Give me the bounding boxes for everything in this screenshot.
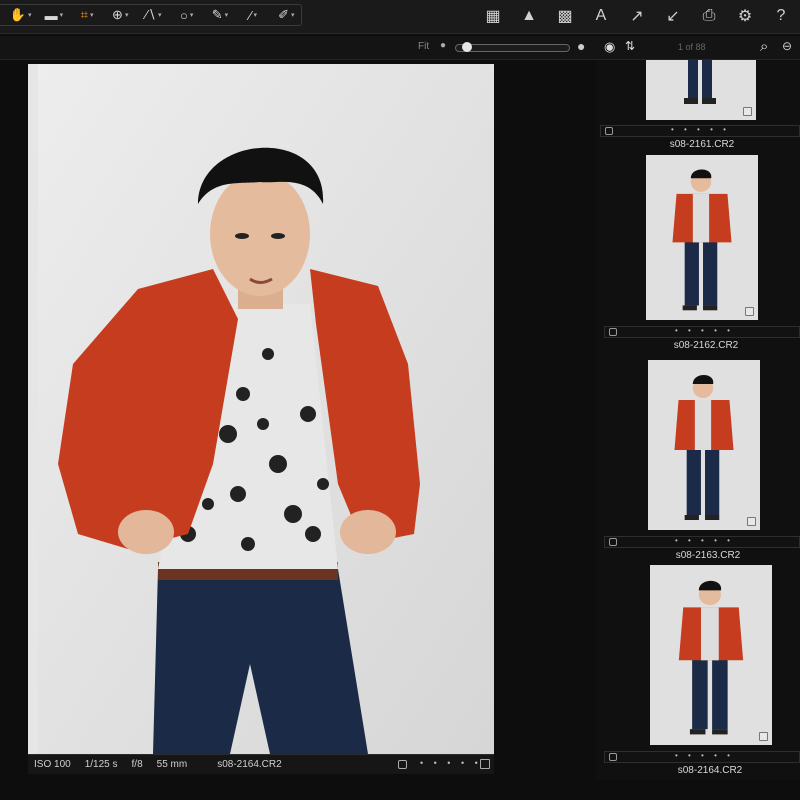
search-icon[interactable]: ⌕ bbox=[760, 38, 768, 55]
thumbnail-checkbox[interactable] bbox=[609, 753, 617, 761]
browser-menu-icon[interactable]: ⊖ bbox=[782, 39, 792, 53]
star-rating[interactable]: • • • • • bbox=[420, 758, 482, 768]
thumbnail-checkbox[interactable] bbox=[609, 538, 617, 546]
image-info-bar: ISO 100 1/125 s f/8 55 mm s08-2164.CR2 •… bbox=[28, 754, 494, 774]
chevron-down-icon: ▾ bbox=[89, 12, 94, 19]
rotate-tool-icon: ⊕ bbox=[112, 7, 123, 22]
print-button[interactable]: ⎙ bbox=[696, 4, 722, 28]
copy-adjustments-button[interactable]: ↗ bbox=[624, 4, 650, 28]
thumbnail-meta: • • • • • bbox=[604, 751, 800, 763]
shutter-value: 1/125 s bbox=[84, 759, 118, 770]
select-tool-icon: ▬ bbox=[44, 7, 58, 23]
apply-adjustments-icon: ↙ bbox=[666, 8, 680, 25]
focal-length-value: 55 mm bbox=[156, 759, 188, 770]
person-large-icon: ● bbox=[577, 38, 586, 54]
thumbnail-filename: s08-2161.CR2 bbox=[669, 139, 735, 150]
chevron-down-icon: ▾ bbox=[157, 12, 162, 19]
person-small-icon: ● bbox=[440, 40, 447, 51]
main-filename: s08-2164.CR2 bbox=[217, 759, 282, 770]
annotate-tool-icon: ✐ bbox=[278, 7, 290, 22]
thumbnail-rating[interactable]: • • • • • bbox=[675, 536, 734, 545]
brush-tool-button[interactable]: ✎ ▾ bbox=[205, 5, 234, 25]
exposure-warning-button[interactable]: ▲ bbox=[516, 4, 542, 28]
thumbnail-meta: • • • • • bbox=[604, 536, 800, 548]
sort-icon[interactable]: ⇅ bbox=[625, 39, 635, 53]
help-button[interactable]: ? bbox=[768, 4, 794, 28]
thumbnail-filename: s08-2163.CR2 bbox=[675, 550, 741, 561]
picker-tool-button[interactable]: ⁄ ▾ bbox=[239, 5, 268, 25]
thumbnail-stack-icon bbox=[747, 517, 756, 526]
grid-overlay-button[interactable]: ▩ bbox=[552, 4, 578, 28]
aperture-value: f/8 bbox=[131, 759, 143, 770]
main-photo[interactable] bbox=[38, 64, 494, 754]
stack-icon[interactable] bbox=[480, 759, 490, 769]
print-icon: ⎙ bbox=[702, 7, 716, 24]
pan-tool-button[interactable]: ✋ ▾ bbox=[6, 5, 35, 25]
keystone-tool-icon: ∕∖ bbox=[145, 7, 156, 22]
crop-tool-button[interactable]: ⌗ ▾ bbox=[72, 5, 101, 25]
thumbnail-filename: s08-2164.CR2 bbox=[677, 765, 743, 776]
zoom-slider[interactable] bbox=[455, 44, 570, 52]
select-checkbox[interactable] bbox=[398, 760, 407, 769]
chevron-down-icon: ▾ bbox=[253, 12, 257, 19]
chevron-down-icon: ▾ bbox=[59, 12, 64, 19]
image-count-label: 1 of 88 bbox=[678, 42, 706, 52]
thumbnail[interactable] bbox=[648, 360, 760, 530]
apply-adjustments-button[interactable]: ↙ bbox=[660, 4, 686, 28]
select-tool-button[interactable]: ▬ ▾ bbox=[39, 5, 68, 25]
thumbnail-rating[interactable]: • • • • • bbox=[671, 125, 730, 134]
thumbnail[interactable] bbox=[646, 60, 756, 120]
text-tool-icon: A bbox=[595, 7, 607, 24]
pan-tool-icon: ✋ bbox=[9, 7, 26, 22]
chevron-down-icon: ▾ bbox=[224, 12, 229, 19]
iso-value: ISO 100 bbox=[34, 759, 71, 770]
viewer-bar: Fit ● ● ◉ ⇅ 1 of 88 ⌕ ⊖ bbox=[0, 36, 800, 60]
chevron-down-icon: ▾ bbox=[27, 12, 32, 19]
thumbnail-meta: • • • • • bbox=[600, 125, 800, 137]
spot-tool-button[interactable]: ○ ▾ bbox=[172, 5, 201, 25]
thumbnail-rating[interactable]: • • • • • bbox=[675, 751, 734, 760]
grid-view-icon: ▦ bbox=[485, 8, 501, 25]
eye-icon[interactable]: ◉ bbox=[604, 39, 615, 55]
thumbnail-checkbox[interactable] bbox=[605, 127, 613, 135]
main-viewer bbox=[28, 64, 494, 754]
thumbnail-checkbox[interactable] bbox=[609, 328, 617, 336]
picker-tool-icon: ⁄ bbox=[249, 7, 252, 23]
thumbnail-filename: s08-2162.CR2 bbox=[673, 340, 739, 351]
crop-tool-icon: ⌗ bbox=[80, 7, 88, 22]
browser-panel: • • • • • s08-2161.CR2 • • • • • s08-2162.C… bbox=[596, 60, 800, 780]
settings-button[interactable]: ⚙ bbox=[732, 4, 758, 28]
main-toolbar: ✋ ▾ ▬ ▾ ⌗ ▾ ⊕ ▾ ∕∖ ▾ ○ ▾ ✎ ▾ ⁄ ▾ ✐ ▾ ▦ ▲ ▩ A ↗ ↙ ⎙ ⚙? bbox=[0, 0, 800, 34]
rotate-tool-button[interactable]: ⊕ ▾ bbox=[106, 5, 135, 25]
help-icon: ? bbox=[776, 7, 786, 24]
thumbnail-stack-icon bbox=[745, 307, 754, 316]
thumbnail-meta: • • • • • bbox=[604, 326, 800, 338]
cursor-tool-group: ✋ ▾ ▬ ▾ ⌗ ▾ ⊕ ▾ ∕∖ ▾ ○ ▾ ✎ ▾ ⁄ ▾ ✐ ▾ bbox=[0, 4, 302, 26]
zoom-fit-label[interactable]: Fit bbox=[418, 41, 429, 52]
chevron-down-icon: ▾ bbox=[291, 12, 295, 19]
thumbnail[interactable] bbox=[650, 565, 772, 745]
spot-tool-icon: ○ bbox=[180, 7, 188, 23]
annotate-tool-button[interactable]: ✐ ▾ bbox=[272, 5, 301, 25]
zoom-slider-knob[interactable] bbox=[461, 42, 472, 52]
toolbar-right-group: ▦ ▲ ▩ A ↗ ↙ ⎙ ⚙? bbox=[480, 4, 794, 28]
text-tool-button[interactable]: A bbox=[588, 4, 614, 28]
thumbnail-stack-icon bbox=[759, 732, 768, 741]
brush-tool-icon: ✎ bbox=[211, 7, 223, 22]
chevron-down-icon: ▾ bbox=[189, 12, 194, 19]
copy-adjustments-icon: ↗ bbox=[630, 8, 644, 25]
thumbnail-rating[interactable]: • • • • • bbox=[675, 326, 734, 335]
exposure-warning-icon: ▲ bbox=[521, 7, 537, 24]
settings-icon: ⚙ bbox=[737, 8, 753, 25]
grid-overlay-icon: ▩ bbox=[557, 8, 573, 25]
keystone-tool-button[interactable]: ∕∖ ▾ bbox=[139, 5, 168, 25]
chevron-down-icon: ▾ bbox=[124, 12, 129, 19]
thumbnail[interactable] bbox=[646, 155, 758, 320]
thumbnail-stack-icon bbox=[743, 107, 752, 116]
grid-view-button[interactable]: ▦ bbox=[480, 4, 506, 28]
